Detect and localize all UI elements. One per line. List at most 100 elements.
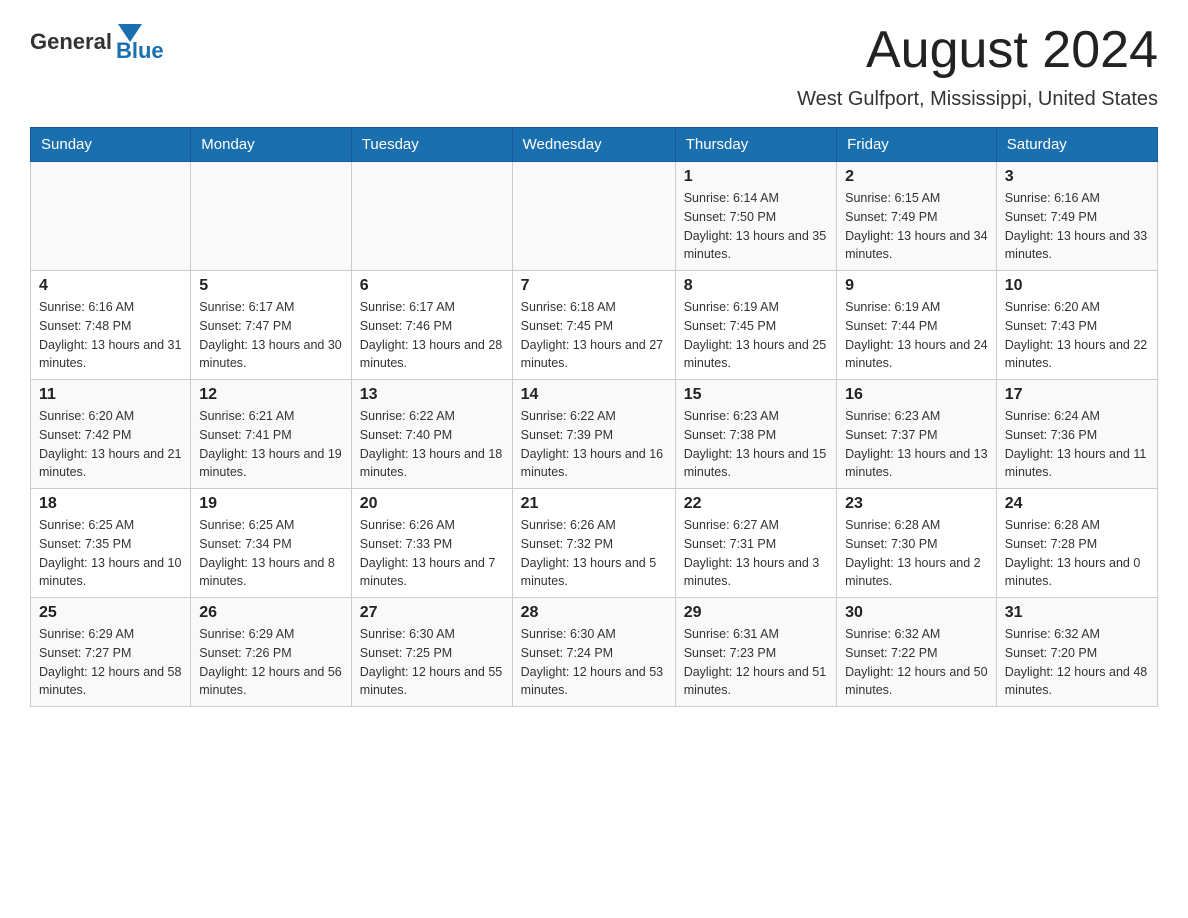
day-number: 26 xyxy=(199,604,343,622)
day-info: Sunrise: 6:19 AMSunset: 7:45 PMDaylight:… xyxy=(684,298,828,373)
day-info: Sunrise: 6:24 AMSunset: 7:36 PMDaylight:… xyxy=(1005,407,1149,482)
calendar-cell: 22 Sunrise: 6:27 AMSunset: 7:31 PMDayligh… xyxy=(675,489,836,598)
calendar-header-row: SundayMondayTuesdayWednesdayThursdayFrid… xyxy=(31,128,1158,162)
calendar-cell: 10Sunrise: 6:20 AMSunset: 7:43 PMDayligh… xyxy=(996,271,1157,380)
day-info: Sunrise: 6:32 AMSunset: 7:22 PMDaylight:… xyxy=(845,625,988,700)
day-info: Sunrise: 6:28 AMSunset: 7:30 PMDaylight:… xyxy=(845,516,988,591)
day-info: Sunrise: 6:26 AMSunset: 7:32 PMDaylight:… xyxy=(521,516,667,591)
day-number: 3 xyxy=(1005,168,1149,186)
calendar-cell: 11 Sunrise: 6:20 AMSunset: 7:42 PMDayligh… xyxy=(31,380,191,489)
calendar-table: SundayMondayTuesdayWednesdayThursdayFrid… xyxy=(30,127,1158,707)
calendar-cell: 21 Sunrise: 6:26 AMSunset: 7:32 PMDayligh… xyxy=(512,489,675,598)
calendar-cell: 3 Sunrise: 6:16 AMSunset: 7:49 PMDaylight… xyxy=(996,162,1157,271)
logo-blue: Blue xyxy=(116,38,164,64)
calendar-cell: 20 Sunrise: 6:26 AMSunset: 7:33 PMDayligh… xyxy=(351,489,512,598)
calendar-cell: 12 Sunrise: 6:21 AMSunset: 7:41 PMDayligh… xyxy=(191,380,352,489)
calendar-cell xyxy=(191,162,352,271)
calendar-cell: 15 Sunrise: 6:23 AMSunset: 7:38 PMDayligh… xyxy=(675,380,836,489)
calendar-cell: 14 Sunrise: 6:22 AMSunset: 7:39 PMDayligh… xyxy=(512,380,675,489)
calendar-header-monday: Monday xyxy=(191,128,352,162)
calendar-cell: 6Sunrise: 6:17 AMSunset: 7:46 PMDaylight… xyxy=(351,271,512,380)
day-number: 29 xyxy=(684,604,828,622)
calendar-header-saturday: Saturday xyxy=(996,128,1157,162)
day-info: Sunrise: 6:22 AMSunset: 7:39 PMDaylight:… xyxy=(521,407,667,482)
day-info: Sunrise: 6:17 AMSunset: 7:47 PMDaylight:… xyxy=(199,298,343,373)
calendar-cell xyxy=(512,162,675,271)
day-number: 22 xyxy=(684,495,828,513)
location-title: West Gulfport, Mississippi, United State… xyxy=(30,88,1158,111)
calendar-cell: 5 Sunrise: 6:17 AMSunset: 7:47 PMDaylight… xyxy=(191,271,352,380)
day-info: Sunrise: 6:28 AMSunset: 7:28 PMDaylight:… xyxy=(1005,516,1149,591)
day-info: Sunrise: 6:26 AMSunset: 7:33 PMDaylight:… xyxy=(360,516,504,591)
day-number: 16 xyxy=(845,386,988,404)
calendar-cell: 2Sunrise: 6:15 AMSunset: 7:49 PMDaylight… xyxy=(837,162,997,271)
day-info: Sunrise: 6:22 AMSunset: 7:40 PMDaylight:… xyxy=(360,407,504,482)
calendar-cell: 4 Sunrise: 6:16 AMSunset: 7:48 PMDaylight… xyxy=(31,271,191,380)
day-number: 4 xyxy=(39,277,182,295)
calendar-cell: 25 Sunrise: 6:29 AMSunset: 7:27 PMDayligh… xyxy=(31,598,191,707)
calendar-cell: 27 Sunrise: 6:30 AMSunset: 7:25 PMDayligh… xyxy=(351,598,512,707)
day-number: 21 xyxy=(521,495,667,513)
calendar-cell: 19Sunrise: 6:25 AMSunset: 7:34 PMDayligh… xyxy=(191,489,352,598)
day-number: 9 xyxy=(845,277,988,295)
day-info: Sunrise: 6:21 AMSunset: 7:41 PMDaylight:… xyxy=(199,407,343,482)
calendar-cell: 17 Sunrise: 6:24 AMSunset: 7:36 PMDayligh… xyxy=(996,380,1157,489)
day-number: 5 xyxy=(199,277,343,295)
calendar-cell: 28Sunrise: 6:30 AMSunset: 7:24 PMDayligh… xyxy=(512,598,675,707)
day-info: Sunrise: 6:16 AMSunset: 7:48 PMDaylight:… xyxy=(39,298,182,373)
logo: General Blue xyxy=(30,20,164,64)
month-title: August 2024 xyxy=(866,20,1158,80)
calendar-cell: 31Sunrise: 6:32 AMSunset: 7:20 PMDayligh… xyxy=(996,598,1157,707)
day-number: 28 xyxy=(521,604,667,622)
calendar-cell: 23 Sunrise: 6:28 AMSunset: 7:30 PMDayligh… xyxy=(837,489,997,598)
day-number: 24 xyxy=(1005,495,1149,513)
day-number: 7 xyxy=(521,277,667,295)
day-info: Sunrise: 6:19 AMSunset: 7:44 PMDaylight:… xyxy=(845,298,988,373)
day-info: Sunrise: 6:29 AMSunset: 7:26 PMDaylight:… xyxy=(199,625,343,700)
calendar-week-1: 1 Sunrise: 6:14 AMSunset: 7:50 PMDaylight… xyxy=(31,162,1158,271)
day-info: Sunrise: 6:14 AMSunset: 7:50 PMDaylight:… xyxy=(684,189,828,264)
day-number: 10 xyxy=(1005,277,1149,295)
day-info: Sunrise: 6:18 AMSunset: 7:45 PMDaylight:… xyxy=(521,298,667,373)
day-number: 14 xyxy=(521,386,667,404)
day-number: 1 xyxy=(684,168,828,186)
day-number: 17 xyxy=(1005,386,1149,404)
day-info: Sunrise: 6:32 AMSunset: 7:20 PMDaylight:… xyxy=(1005,625,1149,700)
day-number: 15 xyxy=(684,386,828,404)
day-info: Sunrise: 6:30 AMSunset: 7:25 PMDaylight:… xyxy=(360,625,504,700)
logo-general: General xyxy=(30,29,112,55)
day-number: 19 xyxy=(199,495,343,513)
day-number: 25 xyxy=(39,604,182,622)
day-number: 20 xyxy=(360,495,504,513)
day-info: Sunrise: 6:31 AMSunset: 7:23 PMDaylight:… xyxy=(684,625,828,700)
calendar-cell xyxy=(31,162,191,271)
calendar-cell: 30Sunrise: 6:32 AMSunset: 7:22 PMDayligh… xyxy=(837,598,997,707)
day-info: Sunrise: 6:20 AMSunset: 7:42 PMDaylight:… xyxy=(39,407,182,482)
day-number: 12 xyxy=(199,386,343,404)
day-number: 11 xyxy=(39,386,182,404)
day-number: 18 xyxy=(39,495,182,513)
day-number: 23 xyxy=(845,495,988,513)
calendar-body: 1 Sunrise: 6:14 AMSunset: 7:50 PMDaylight… xyxy=(31,162,1158,707)
calendar-cell: 7 Sunrise: 6:18 AMSunset: 7:45 PMDaylight… xyxy=(512,271,675,380)
calendar-header-tuesday: Tuesday xyxy=(351,128,512,162)
calendar-week-4: 18 Sunrise: 6:25 AMSunset: 7:35 PMDayligh… xyxy=(31,489,1158,598)
day-info: Sunrise: 6:29 AMSunset: 7:27 PMDaylight:… xyxy=(39,625,182,700)
calendar-header-sunday: Sunday xyxy=(31,128,191,162)
calendar-week-5: 25 Sunrise: 6:29 AMSunset: 7:27 PMDayligh… xyxy=(31,598,1158,707)
calendar-header-thursday: Thursday xyxy=(675,128,836,162)
day-info: Sunrise: 6:23 AMSunset: 7:38 PMDaylight:… xyxy=(684,407,828,482)
calendar-cell: 29 Sunrise: 6:31 AMSunset: 7:23 PMDayligh… xyxy=(675,598,836,707)
calendar-cell: 8Sunrise: 6:19 AMSunset: 7:45 PMDaylight… xyxy=(675,271,836,380)
calendar-cell: 16Sunrise: 6:23 AMSunset: 7:37 PMDayligh… xyxy=(837,380,997,489)
day-info: Sunrise: 6:16 AMSunset: 7:49 PMDaylight:… xyxy=(1005,189,1149,264)
title-section: August 2024 xyxy=(866,20,1158,80)
day-info: Sunrise: 6:27 AMSunset: 7:31 PMDaylight:… xyxy=(684,516,828,591)
calendar-cell xyxy=(351,162,512,271)
day-info: Sunrise: 6:25 AMSunset: 7:35 PMDaylight:… xyxy=(39,516,182,591)
day-number: 27 xyxy=(360,604,504,622)
calendar-cell: 1 Sunrise: 6:14 AMSunset: 7:50 PMDaylight… xyxy=(675,162,836,271)
calendar-header-wednesday: Wednesday xyxy=(512,128,675,162)
calendar-header-friday: Friday xyxy=(837,128,997,162)
calendar-cell: 13Sunrise: 6:22 AMSunset: 7:40 PMDayligh… xyxy=(351,380,512,489)
